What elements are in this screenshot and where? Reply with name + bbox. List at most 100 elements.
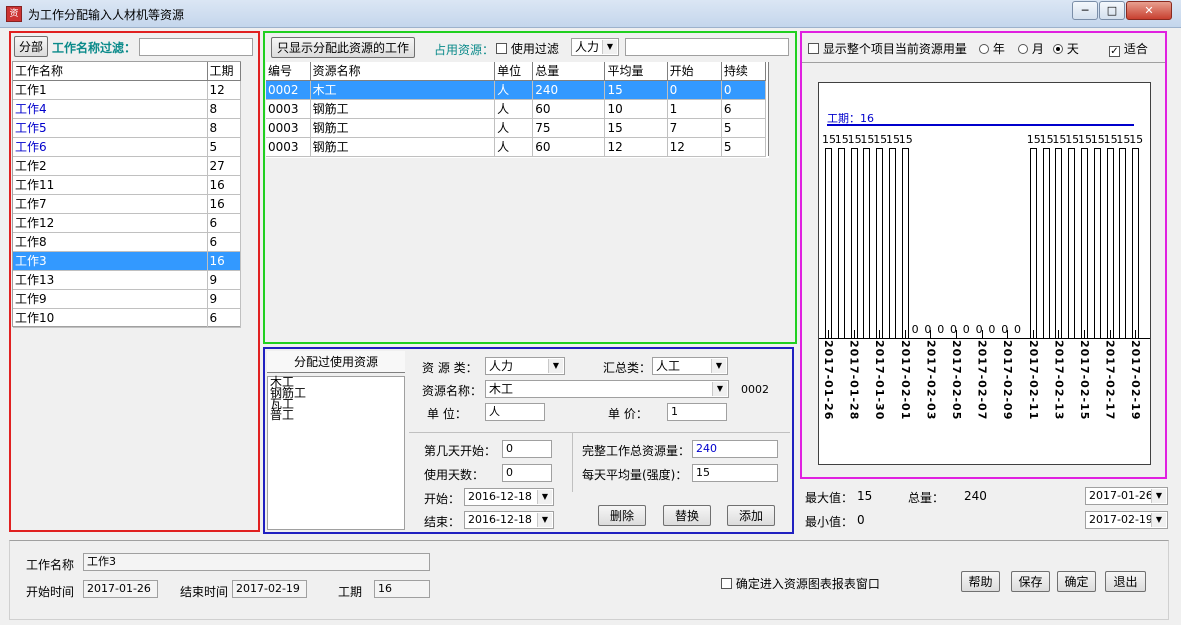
min-label: 最小值： xyxy=(805,515,854,529)
res-col-header[interactable]: 编号 xyxy=(266,62,311,81)
work-name-cell: 工作8 xyxy=(13,232,208,252)
maximize-button[interactable]: □ xyxy=(1099,1,1125,20)
radio-selected-icon xyxy=(1053,44,1063,54)
footer-end-input[interactable]: 2017-02-19 xyxy=(232,580,307,598)
res-col-header[interactable]: 开始 xyxy=(667,62,722,81)
price-input[interactable]: 1 xyxy=(667,403,727,421)
resource-row[interactable]: 0003 钢筋工人 60 10 1 6 xyxy=(266,99,767,119)
x-tick-label: 2017-02-03 xyxy=(924,340,938,421)
res-col-header[interactable]: 单位 xyxy=(494,62,534,81)
res-col-header[interactable]: 总量 xyxy=(532,62,606,81)
fit-checkbox[interactable]: ✓ 适合 xyxy=(1109,40,1148,57)
work-row[interactable]: 工作7 16 xyxy=(13,194,241,214)
resource-cell: 12 xyxy=(667,137,722,157)
work-row[interactable]: 工作4 8 xyxy=(13,99,241,119)
help-button[interactable]: 帮助 xyxy=(961,571,1000,592)
resource-type-select[interactable]: 人力 ▼ xyxy=(571,38,619,56)
ok-button[interactable]: 确定 xyxy=(1057,571,1096,592)
chart-from-date-select[interactable]: 2017-01-26 ▼ xyxy=(1085,487,1168,505)
work-row[interactable]: 工作12 6 xyxy=(13,213,241,233)
replace-button[interactable]: 替换 xyxy=(663,505,711,526)
chart-to-date-select[interactable]: 2017-02-19 ▼ xyxy=(1085,511,1168,529)
x-tick-label: 2017-02-17 xyxy=(1103,340,1117,421)
work-row[interactable]: 工作2 27 xyxy=(13,156,241,176)
assigned-item[interactable]: 普工 xyxy=(270,409,404,421)
res-type-select[interactable]: 人力 ▼ xyxy=(485,357,565,375)
resource-filter-input[interactable] xyxy=(625,38,789,56)
res-col-header[interactable]: 资源名称 xyxy=(310,62,496,81)
resource-row[interactable]: 0003 钢筋工人 60 12 12 5 xyxy=(266,137,767,157)
footer-start-input[interactable]: 2017-01-26 xyxy=(83,580,158,598)
resource-row[interactable]: 0003 钢筋工人 75 15 7 5 xyxy=(266,118,767,138)
work-row[interactable]: 工作6 5 xyxy=(13,137,241,157)
work-row[interactable]: 工作10 6 xyxy=(13,308,241,328)
work-filter-input[interactable] xyxy=(139,38,253,56)
section-tab-button[interactable]: 分部 xyxy=(14,36,48,57)
work-row[interactable]: 工作1 12 xyxy=(13,80,241,100)
check-icon: ✓ xyxy=(1109,46,1120,57)
work-duration-cell: 8 xyxy=(207,118,241,138)
window-title: 为工作分配输入人材机等资源 xyxy=(28,8,185,22)
max-value: 15 xyxy=(857,489,873,503)
work-row[interactable]: 工作13 9 xyxy=(13,270,241,290)
confirm-report-checkbox[interactable]: 确定进入资源图表报表窗口 xyxy=(721,575,880,592)
work-row[interactable]: 工作3 16 xyxy=(13,251,241,271)
end-date-select[interactable]: 2016-12-18 ▼ xyxy=(464,511,554,529)
assigned-list[interactable]: 木工 钢筋工 瓦工 普工 xyxy=(267,376,405,530)
divider xyxy=(409,432,790,433)
work-duration-cell: 8 xyxy=(207,99,241,119)
footer-name-input[interactable]: 工作3 xyxy=(83,553,430,571)
resource-panel: 只显示分配此资源的工作 占用资源： 使用过滤 人力 ▼ 编号 资源名称 单位 总量 平均量… xyxy=(263,31,797,344)
minimize-button[interactable]: ─ xyxy=(1072,1,1098,20)
start-day-label: 第几天开始： xyxy=(424,444,497,458)
work-row[interactable]: 工作8 6 xyxy=(13,232,241,252)
work-duration-cell: 27 xyxy=(207,156,241,176)
radio-day-label: 天 xyxy=(1066,42,1079,56)
work-row[interactable]: 工作5 8 xyxy=(13,118,241,138)
chart-bar xyxy=(901,148,909,338)
sum-type-select[interactable]: 人工 ▼ xyxy=(652,357,728,375)
resource-table: 编号 资源名称 单位 总量 平均量 开始 持续 0002 木工人 240 15 0 0 0003 钢筋工人… xyxy=(266,62,769,158)
resource-cell: 0003 xyxy=(266,118,311,138)
x-tick-label: 2017-02-19 xyxy=(1129,340,1143,421)
work-row[interactable]: 工作11 16 xyxy=(13,175,241,195)
start-date-select[interactable]: 2016-12-18 ▼ xyxy=(464,488,554,506)
col-duration[interactable]: 工期 xyxy=(207,62,241,81)
use-filter-checkbox[interactable]: 使用过滤 xyxy=(496,40,559,57)
work-row[interactable]: 工作9 9 xyxy=(13,289,241,309)
show-all-checkbox[interactable]: 显示整个项目当前资源用量 xyxy=(808,40,967,57)
resource-cell: 10 xyxy=(604,99,668,119)
save-button[interactable]: 保存 xyxy=(1011,571,1050,592)
radio-year[interactable]: 年 xyxy=(979,40,1005,57)
delete-button[interactable]: 删除 xyxy=(598,505,646,526)
footer-duration-input[interactable]: 16 xyxy=(374,580,430,598)
total-input[interactable]: 240 xyxy=(692,440,778,458)
add-button[interactable]: 添加 xyxy=(727,505,775,526)
res-col-header[interactable]: 持续 xyxy=(721,62,767,81)
resource-cell: 5 xyxy=(721,137,767,157)
show-only-assigned-button[interactable]: 只显示分配此资源的工作 xyxy=(271,37,415,58)
resource-cell: 钢筋工 xyxy=(310,137,496,157)
footer-duration-label: 工期 xyxy=(338,585,363,599)
start-day-input[interactable]: 0 xyxy=(502,440,552,458)
res-name-select[interactable]: 木工 ▼ xyxy=(485,380,729,398)
x-tick xyxy=(930,330,932,338)
chart-bar xyxy=(1132,148,1140,338)
unit-input[interactable]: 人 xyxy=(485,403,545,421)
resource-cell: 12 xyxy=(604,137,668,157)
chart-bar xyxy=(1068,148,1076,338)
close-button[interactable]: ✕ xyxy=(1126,1,1172,20)
use-days-input[interactable]: 0 xyxy=(502,464,552,482)
x-tick xyxy=(1135,330,1137,338)
radio-month[interactable]: 月 xyxy=(1018,40,1044,57)
work-name-cell: 工作3 xyxy=(13,251,208,271)
chart-bar xyxy=(850,148,858,338)
exit-button[interactable]: 退出 xyxy=(1105,571,1146,592)
avg-input[interactable]: 15 xyxy=(692,464,778,482)
res-col-header[interactable]: 平均量 xyxy=(604,62,668,81)
resource-row[interactable]: 0002 木工人 240 15 0 0 xyxy=(266,80,767,100)
col-work-name[interactable]: 工作名称 xyxy=(13,62,208,81)
footer-panel: 工作名称 工作3 开始时间 2017-01-26 结束时间 2017-02-19… xyxy=(9,540,1169,620)
chevron-down-icon: ▼ xyxy=(537,490,552,504)
radio-day[interactable]: 天 xyxy=(1053,40,1079,57)
